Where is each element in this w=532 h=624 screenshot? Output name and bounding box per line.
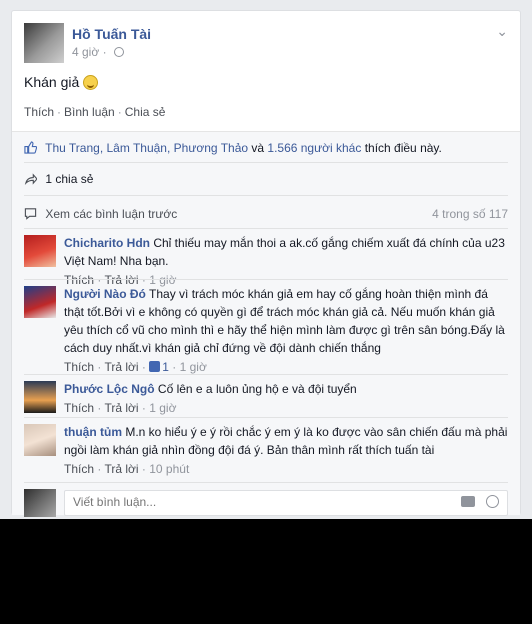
black-area	[0, 519, 532, 624]
author-avatar[interactable]	[24, 23, 64, 63]
likes-row: Thu Trang, Lâm Thuận, Phương Thảo và 1.5…	[24, 132, 508, 163]
post-card: Hồ Tuấn Tài 4 giờ · ⌄ Khán giả Thích · Bìn…	[11, 10, 521, 517]
commenter-avatar[interactable]	[24, 381, 56, 413]
comment-time[interactable]: 10 phút	[149, 462, 189, 476]
share-button[interactable]: Chia sẻ	[125, 105, 166, 119]
smile-emoji-icon	[83, 75, 99, 90]
shares-count[interactable]: 1 chia sẻ	[45, 172, 93, 186]
comment-reply-link[interactable]: Trả lời	[104, 462, 138, 476]
likers-names[interactable]: Thu Trang, Lâm Thuận, Phương Thảo	[45, 141, 248, 155]
comment-like-link[interactable]: Thích	[64, 462, 94, 476]
comment-button[interactable]: Bình luận	[64, 105, 115, 119]
likes-summary: Thu Trang, Lâm Thuận, Phương Thảo và 1.5…	[24, 141, 442, 155]
view-previous-label[interactable]: Xem các bình luận trước	[45, 207, 177, 221]
likes-suffix: thích điều này.	[361, 141, 442, 155]
post-text-content: Khán giả	[24, 74, 80, 90]
comments-header: Xem các bình luận trước 4 trong số 117	[24, 207, 508, 227]
commenter-name[interactable]: Chicharito Hdn	[64, 236, 150, 250]
comment-time[interactable]: 1 giờ	[149, 401, 176, 415]
post-actions: Thích · Bình luận · Chia sẻ	[24, 105, 165, 119]
comment-reply-link[interactable]: Trả lời	[104, 360, 138, 374]
camera-icon[interactable]	[461, 496, 475, 507]
comment-item: Chicharito Hdn Chỉ thiếu may mắn thoi a …	[24, 228, 508, 287]
thumbs-up-icon	[24, 141, 37, 154]
likers-others[interactable]: 1.566 người khác	[267, 141, 361, 155]
share-arrow-icon	[24, 173, 37, 185]
comment-item: thuận tủm M.n ko hiểu ý e ý rồi chắc ý e…	[24, 417, 508, 482]
comment-composer	[24, 482, 508, 517]
commenter-avatar[interactable]	[24, 235, 56, 267]
comment-time[interactable]: 1 giờ	[180, 360, 207, 374]
chevron-down-icon[interactable]: ⌄	[496, 23, 508, 40]
likes-and: và	[248, 141, 268, 155]
comment-text: Cố lên e a luôn ủng hộ e và đội tuyển	[157, 382, 357, 396]
shares-row: 1 chia sẻ	[24, 163, 508, 196]
comment-item: Phước Lộc Ngô Cố lên e a luôn ủng hộ e v…	[24, 374, 508, 417]
commenter-avatar[interactable]	[24, 286, 56, 318]
comment-body: thuận tủm M.n ko hiểu ý e ý rồi chắc ý e…	[64, 423, 508, 478]
like-button[interactable]: Thích	[24, 105, 54, 119]
ufi-section: Thu Trang, Lâm Thuận, Phương Thảo và 1.5…	[12, 131, 520, 517]
comment-actions: Thích · Trả lời · 10 phút	[64, 462, 190, 476]
comment-icon	[24, 208, 37, 220]
comment-actions: Thích · Trả lời · 1 giờ	[64, 401, 177, 415]
comment-like-link[interactable]: Thích	[64, 360, 94, 374]
shares-summary[interactable]: 1 chia sẻ	[24, 172, 93, 186]
separator: ·	[117, 105, 122, 119]
dot-separator: ·	[102, 45, 110, 59]
comment-text: M.n ko hiểu ý e ý rồi chắc ý em ý là ko …	[64, 425, 508, 457]
commenter-name[interactable]: Người Nào Đó	[64, 287, 146, 301]
current-user-avatar	[24, 489, 56, 517]
post-header: Hồ Tuấn Tài 4 giờ · ⌄	[24, 23, 508, 67]
author-name[interactable]: Hồ Tuấn Tài	[72, 26, 151, 42]
view-previous-comments[interactable]: Xem các bình luận trước	[24, 207, 177, 221]
comment-like-link[interactable]: Thích	[64, 401, 94, 415]
post-meta: 4 giờ ·	[72, 45, 124, 59]
separator: ·	[57, 105, 62, 119]
comment-input-box[interactable]	[64, 490, 508, 516]
post-time[interactable]: 4 giờ	[72, 45, 99, 59]
like-count-icon	[149, 361, 161, 372]
emoji-icon[interactable]	[486, 495, 499, 508]
comment-like-count[interactable]: 1	[162, 360, 169, 374]
commenter-name[interactable]: Phước Lộc Ngô	[64, 382, 155, 396]
commenter-avatar[interactable]	[24, 424, 56, 456]
globe-icon[interactable]	[113, 47, 124, 57]
comment-count: 4 trong số 117	[432, 207, 508, 221]
post-text: Khán giả	[24, 74, 99, 90]
comment-item: Người Nào Đó Thay vì trách móc khán giả …	[24, 279, 508, 374]
comment-body: Phước Lộc Ngô Cố lên e a luôn ủng hộ e v…	[64, 380, 508, 417]
commenter-name[interactable]: thuận tủm	[64, 425, 122, 439]
comment-body: Người Nào Đó Thay vì trách móc khán giả …	[64, 285, 508, 376]
comment-reply-link[interactable]: Trả lời	[104, 401, 138, 415]
comment-input[interactable]	[65, 491, 441, 513]
